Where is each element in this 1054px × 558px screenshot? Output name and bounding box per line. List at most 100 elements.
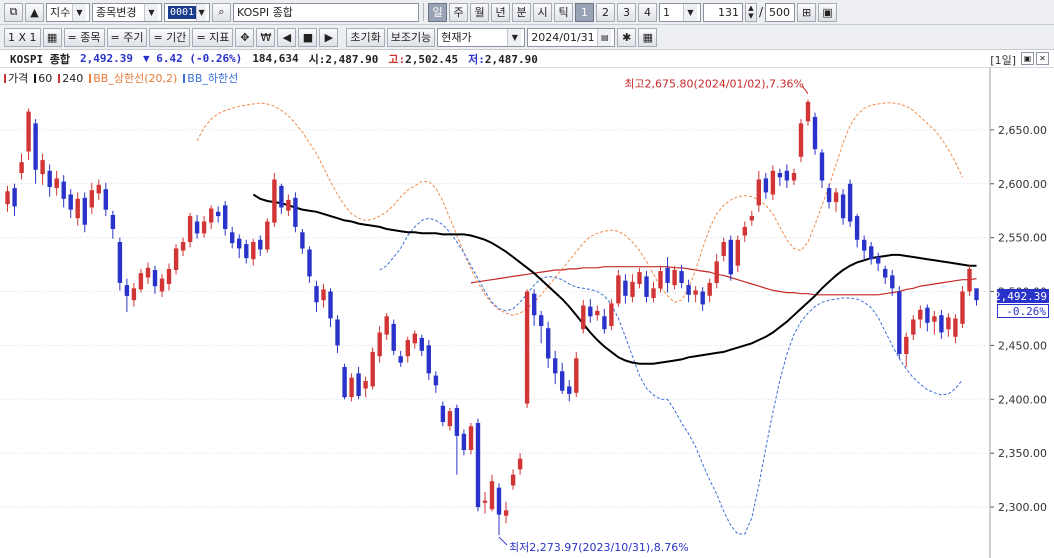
close-icon: ✕: [1039, 54, 1046, 63]
symbol-name-field[interactable]: KOSPI 종합: [233, 2, 419, 22]
symbol-toggle-button[interactable]: = 종목: [63, 27, 105, 47]
candle-body: [447, 411, 453, 427]
move-tool-button[interactable]: ✥: [235, 27, 255, 47]
candle-body: [658, 271, 663, 289]
display-count-input[interactable]: 131: [703, 2, 743, 22]
period-minute-tab[interactable]: 분: [512, 2, 531, 22]
period-tick-tab[interactable]: 틱: [554, 2, 573, 22]
scroll-left-button[interactable]: ◀: [277, 27, 297, 47]
candle-body: [974, 288, 979, 301]
layout-grid-button[interactable]: ▦: [42, 27, 62, 47]
reset-button[interactable]: 초기화: [346, 27, 385, 47]
interval-4-tab[interactable]: 4: [638, 2, 657, 22]
legend-marker: [58, 73, 61, 83]
candle-body: [237, 238, 242, 249]
candle-body: [398, 356, 403, 363]
interval-3-tab[interactable]: 3: [617, 2, 636, 22]
candle-body: [33, 123, 38, 170]
period-toggle-button[interactable]: = 주기: [106, 27, 148, 47]
info-price: 2,492.39: [79, 52, 133, 65]
symbol-code-input[interactable]: 0001 ▼: [164, 2, 210, 22]
maximize-icon: ▣: [1023, 54, 1032, 63]
candle-body: [440, 405, 446, 422]
candle-body: [756, 179, 761, 206]
candle-body: [897, 291, 902, 354]
currency-button[interactable]: ₩: [256, 27, 276, 47]
indicator-toggle-button[interactable]: = 지표: [192, 27, 234, 47]
candle-body: [609, 303, 614, 326]
y-tick-label: 2,600.00: [998, 178, 1047, 191]
candle-body: [679, 271, 684, 283]
chart-config-button[interactable]: ▦: [638, 27, 658, 47]
interval-2-tab[interactable]: 2: [596, 2, 615, 22]
search-button[interactable]: ⌕: [212, 2, 231, 22]
period-daily-tab[interactable]: 일: [428, 2, 447, 22]
candle-body: [131, 288, 137, 301]
date-input[interactable]: 2024/01/31 ▤: [527, 27, 616, 47]
candle-body: [862, 239, 867, 251]
interval-1-tab[interactable]: 1: [575, 2, 594, 22]
candle-body: [286, 199, 291, 211]
change-symbol-select[interactable]: 종목변경 ▼: [92, 2, 162, 22]
new-window-button[interactable]: ⊞: [797, 2, 817, 22]
max-count-input[interactable]: 500: [765, 2, 796, 22]
save-button[interactable]: ▣: [818, 2, 838, 22]
candle-body: [279, 185, 284, 208]
range-toggle-button[interactable]: = 기간: [149, 27, 191, 47]
scroll-right-button[interactable]: ▶: [319, 27, 339, 47]
aux-function-button[interactable]: 보조기능: [386, 27, 436, 47]
window-toggle-button[interactable]: ⧉: [4, 2, 23, 22]
settings-button[interactable]: ✱: [617, 27, 637, 47]
period-hour-tab[interactable]: 시: [533, 2, 552, 22]
candle-body: [272, 179, 277, 223]
price-chart[interactable]: 2,650.002,600.002,550.002,500.002,450.00…: [0, 68, 1054, 558]
candle-body: [546, 328, 551, 359]
candle-body: [812, 116, 818, 150]
candle-body: [665, 267, 670, 283]
candle-body: [630, 281, 635, 297]
count-stepper[interactable]: ▲ ▼: [745, 2, 757, 22]
candle-body: [672, 270, 677, 286]
candle-body: [47, 170, 52, 187]
close-button[interactable]: ✕: [1036, 52, 1049, 65]
candle-body: [953, 318, 958, 337]
candle-body: [194, 221, 200, 234]
up-arrow-button[interactable]: ▲: [25, 2, 44, 22]
candle-body: [321, 289, 326, 301]
info-low: 2,487.90: [484, 52, 538, 66]
max-count: 500: [769, 5, 791, 19]
info-change: ▼ 6.42 (-0.26%): [142, 52, 243, 65]
candle-body: [510, 474, 516, 486]
candle-body: [103, 189, 108, 210]
legend-bb-upper: BB_상한선(20,2): [89, 70, 177, 86]
candle-body: [342, 367, 347, 398]
current-price-label: 2,492.39: [994, 289, 1049, 303]
candle-body: [391, 323, 396, 351]
won-icon: ₩: [260, 30, 272, 44]
info-open-label: 시:: [308, 52, 326, 66]
candle-body: [89, 190, 94, 208]
period-yearly-tab[interactable]: 년: [491, 2, 510, 22]
period-weekly-tab[interactable]: 주: [449, 2, 468, 22]
candle-body: [517, 458, 523, 470]
candle-body: [967, 268, 972, 292]
divider: [423, 3, 424, 21]
maximize-button[interactable]: ▣: [1021, 52, 1034, 65]
candle-body: [384, 316, 389, 335]
candle-body: [138, 273, 144, 290]
info-symbol-name: KOSPI 종합: [10, 52, 70, 66]
market-type-select[interactable]: 지수 ▼: [46, 2, 90, 22]
stop-button[interactable]: ■: [298, 27, 318, 47]
interval-select[interactable]: 1 ▼: [659, 2, 701, 22]
y-tick-label: 2,400.00: [998, 393, 1047, 406]
candle-body: [328, 291, 333, 319]
candle-body: [960, 291, 965, 324]
candle-body: [728, 239, 733, 275]
y-tick-label: 2,550.00: [998, 232, 1047, 245]
price-mode-select[interactable]: 현재가 ▼: [437, 27, 526, 47]
legend-marker: [4, 73, 6, 83]
candle-body: [539, 315, 544, 326]
layout-button[interactable]: 1 X 1: [4, 27, 41, 47]
period-monthly-tab[interactable]: 월: [470, 2, 489, 22]
grid-icon: ▦: [46, 30, 58, 44]
